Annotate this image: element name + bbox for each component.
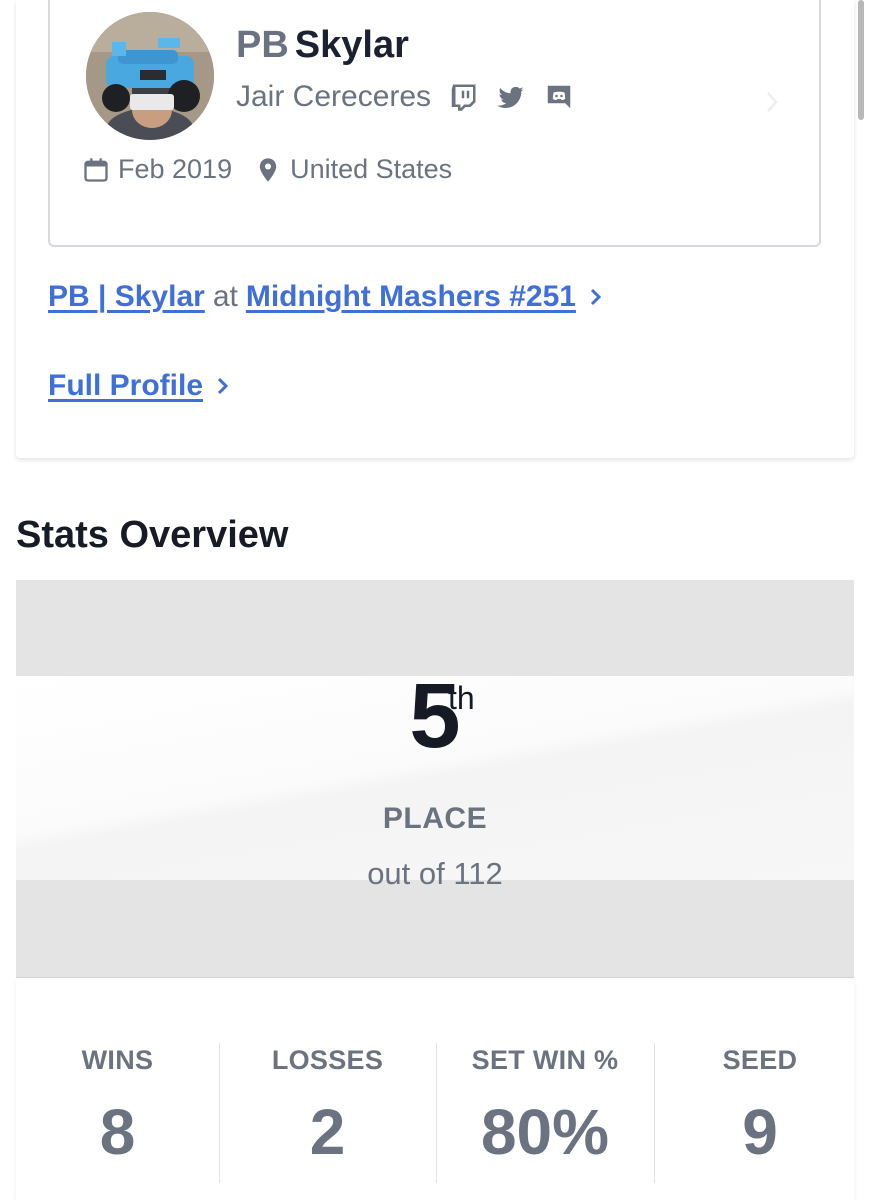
avatar[interactable] bbox=[86, 12, 214, 140]
discord-icon[interactable] bbox=[543, 81, 575, 113]
event-link[interactable]: Midnight Mashers #251 bbox=[246, 280, 576, 314]
chevron-right-icon[interactable] bbox=[762, 88, 782, 116]
calendar-icon bbox=[82, 156, 110, 184]
player-profile-panel: PB Skylar Jair Cereceres Feb 2019 United… bbox=[16, 0, 854, 458]
placement-label: PLACE bbox=[382, 802, 488, 835]
twitch-icon[interactable] bbox=[447, 81, 479, 113]
stat-label: LOSSES bbox=[271, 1045, 384, 1075]
entrant-link-row: PB | Skylar at Midnight Mashers #251 bbox=[48, 280, 604, 314]
joined-text: Feb 2019 bbox=[118, 154, 233, 184]
twitter-icon[interactable] bbox=[495, 81, 527, 113]
stat-label: SEED bbox=[722, 1045, 798, 1075]
stat-losses: LOSSES 2 bbox=[219, 979, 436, 1200]
location: United States bbox=[254, 154, 452, 185]
full-profile-row: Full Profile bbox=[48, 369, 231, 403]
stats-overview-title: Stats Overview bbox=[16, 514, 289, 556]
stat-value: 9 bbox=[742, 1096, 778, 1168]
chevron-right-icon[interactable] bbox=[588, 285, 604, 309]
joined-date: Feb 2019 bbox=[82, 154, 232, 185]
avatar-image bbox=[86, 12, 214, 140]
placement-out-of: out of 112 bbox=[367, 856, 503, 891]
player-meta: Feb 2019 United States bbox=[82, 154, 474, 185]
stats-grid: WINS 8 LOSSES 2 SET WIN % 80% SEED 9 bbox=[16, 979, 854, 1200]
placement-card: 5 th PLACE out of 112 bbox=[16, 580, 854, 978]
sponsor-prefix: PB bbox=[236, 24, 289, 66]
stat-seed: SEED 9 bbox=[654, 979, 866, 1200]
chevron-right-icon[interactable] bbox=[215, 374, 231, 398]
gamertag: Skylar bbox=[294, 24, 409, 66]
entrant-connector: at bbox=[212, 280, 238, 313]
location-text: United States bbox=[290, 154, 453, 184]
real-name: Jair Cereceres bbox=[236, 80, 432, 113]
full-profile-link[interactable]: Full Profile bbox=[48, 369, 203, 403]
stat-set-win-percent: SET WIN % 80% bbox=[436, 979, 654, 1200]
stat-wins: WINS 8 bbox=[16, 979, 219, 1200]
stat-value: 8 bbox=[99, 1096, 136, 1168]
stat-value: 80% bbox=[480, 1096, 610, 1168]
stat-label: WINS bbox=[81, 1045, 154, 1075]
stat-value: 2 bbox=[309, 1096, 346, 1168]
scrollbar[interactable] bbox=[858, 0, 864, 120]
placement-suffix: th bbox=[448, 680, 475, 716]
stat-label: SET WIN % bbox=[471, 1045, 619, 1075]
player-name: PB Skylar bbox=[236, 24, 409, 67]
player-card[interactable]: PB Skylar Jair Cereceres Feb 2019 United… bbox=[48, 0, 821, 247]
placement-number: 5 bbox=[409, 665, 461, 767]
entrant-name-link[interactable]: PB | Skylar bbox=[48, 280, 205, 314]
real-name-row: Jair Cereceres bbox=[236, 80, 575, 114]
location-pin-icon bbox=[254, 156, 282, 184]
